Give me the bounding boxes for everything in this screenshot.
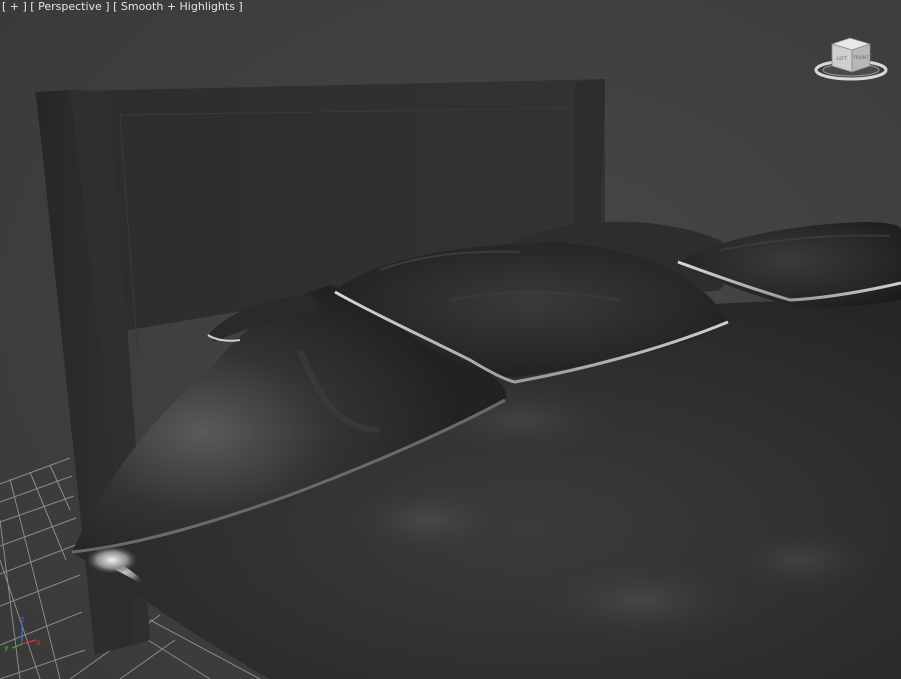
viewport-shading-menu[interactable]: [ Smooth + Highlights ] bbox=[113, 0, 243, 13]
viewport-label-menu[interactable]: [ + ] [ Perspective ] [ Smooth + Highlig… bbox=[2, 0, 243, 14]
viewport-general-menu[interactable]: [ + ] bbox=[2, 0, 27, 13]
axis-tripod: x y z bbox=[4, 615, 41, 652]
z-axis-label: z bbox=[20, 615, 24, 624]
y-axis-line bbox=[11, 643, 23, 649]
viewport-point-of-view-menu[interactable]: [ Perspective ] bbox=[30, 0, 109, 13]
viewcube-navigator[interactable]: LEFT FRONT bbox=[812, 30, 890, 86]
viewcube-left-face[interactable]: LEFT bbox=[837, 56, 848, 62]
scene-render bbox=[0, 0, 901, 679]
viewcube-front-face[interactable]: FRONT bbox=[853, 55, 869, 61]
perspective-viewport[interactable]: [ + ] [ Perspective ] [ Smooth + Highlig… bbox=[0, 0, 901, 679]
x-axis-line bbox=[21, 639, 37, 645]
x-axis-label: x bbox=[36, 638, 41, 647]
y-axis-label: y bbox=[4, 643, 9, 652]
